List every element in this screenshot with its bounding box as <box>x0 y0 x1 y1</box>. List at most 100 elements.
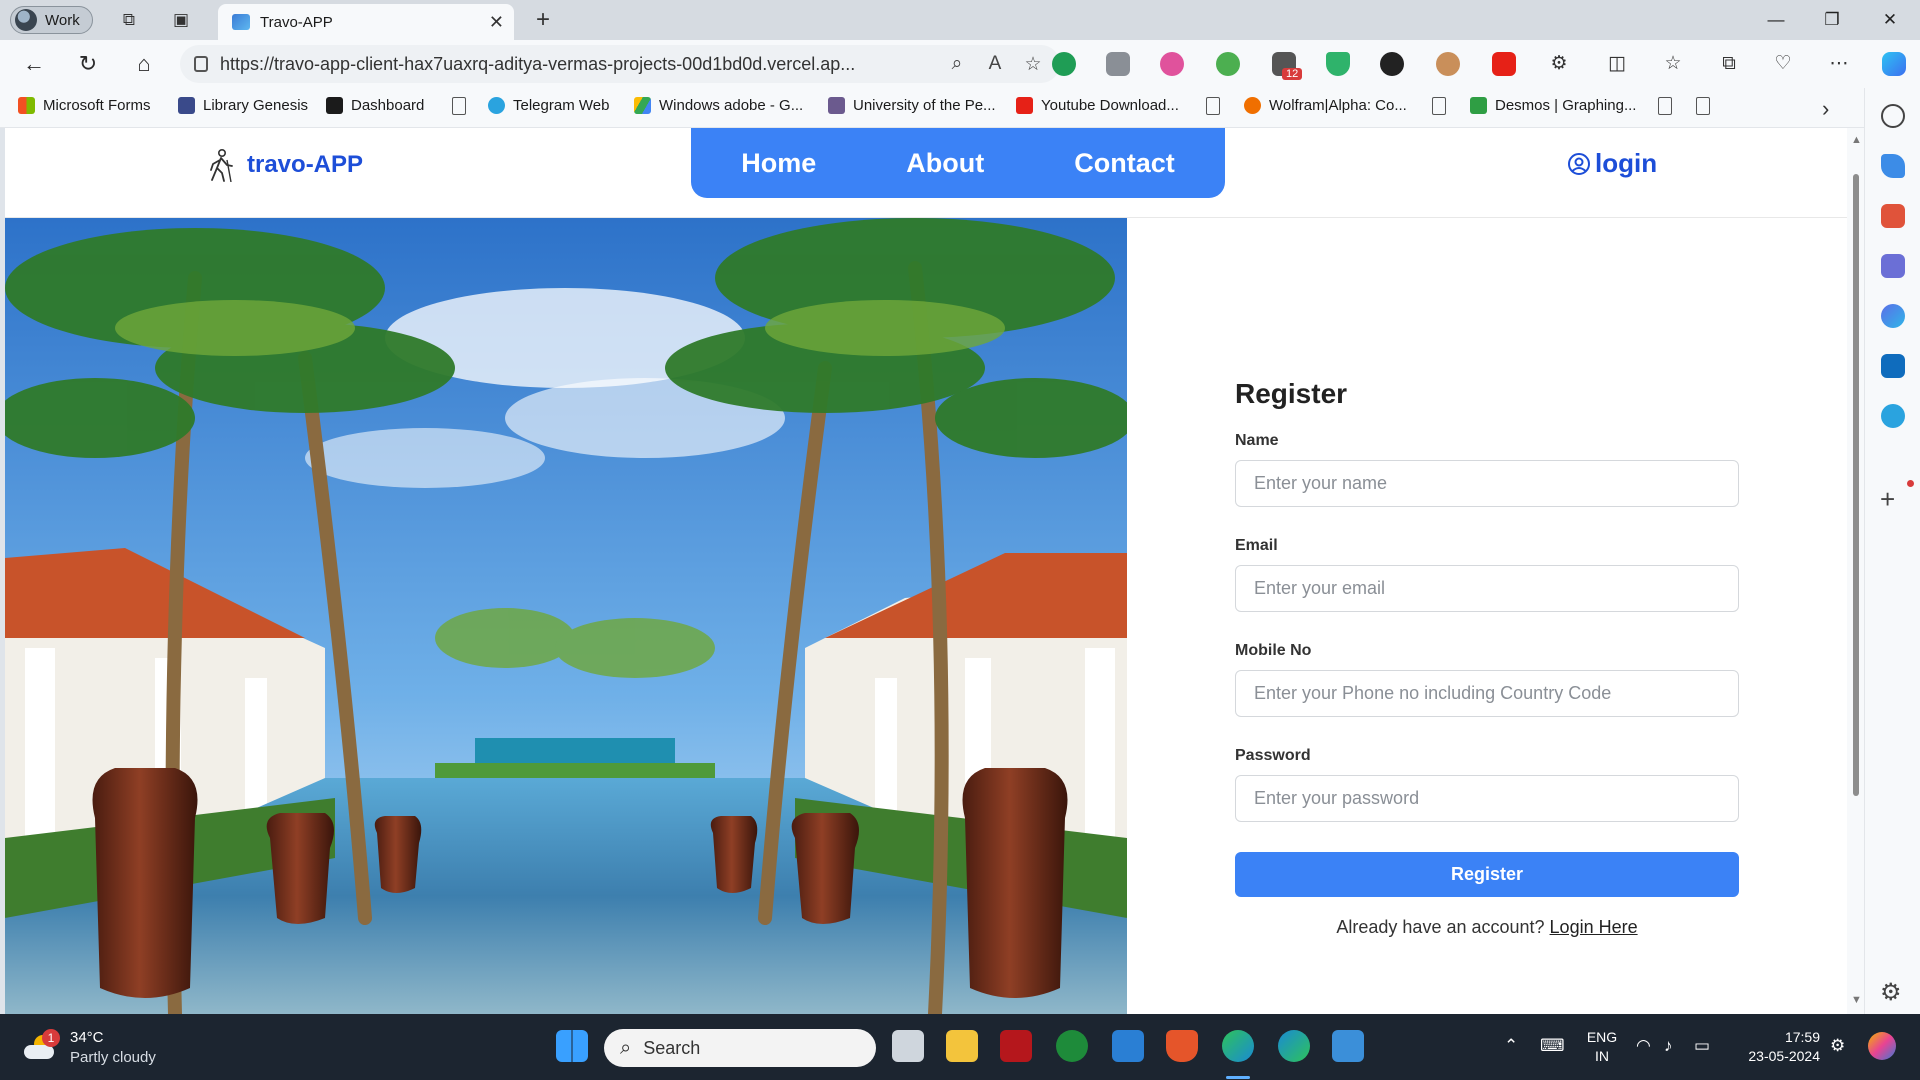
mobile-input[interactable] <box>1235 670 1739 717</box>
sidebar-search-icon[interactable] <box>1881 104 1905 128</box>
home-icon[interactable]: ⌂ <box>128 50 160 78</box>
favorite-youtube-download[interactable]: Youtube Download... <box>1016 97 1179 114</box>
refresh-icon[interactable]: ↻ <box>72 50 104 78</box>
sidebar-tools-icon[interactable] <box>1881 204 1905 228</box>
scroll-up-arrow-icon[interactable]: ▲ <box>1851 134 1862 146</box>
sidebar-copilot-icon[interactable] <box>1881 304 1905 328</box>
vertical-tabs-icon[interactable]: ▣ <box>168 8 194 32</box>
language-indicator[interactable]: ENG IN <box>1582 1028 1622 1066</box>
sidebar-outlook-icon[interactable] <box>1881 354 1905 378</box>
nav-home[interactable]: Home <box>741 148 816 179</box>
app-red-icon[interactable] <box>1000 1030 1032 1062</box>
favorite-wolfram-alpha[interactable]: Wolfram|Alpha: Co... <box>1244 97 1407 114</box>
favorites-more-chevron-icon[interactable]: › <box>1822 96 1829 122</box>
login-link[interactable]: login <box>1567 148 1657 179</box>
collections-icon[interactable]: ⧉ <box>1714 50 1744 78</box>
favorite-document[interactable] <box>1432 97 1446 115</box>
extensions-icon[interactable]: ⚙ <box>1544 50 1574 78</box>
zoom-icon[interactable]: ⌕ <box>944 53 970 75</box>
favorite-university[interactable]: University of the Pe... <box>828 97 996 114</box>
brave-icon[interactable] <box>1166 1030 1198 1062</box>
tab-travo-app[interactable]: Travo-APP ✕ <box>218 4 514 40</box>
login-label[interactable]: login <box>1595 148 1657 179</box>
tray-overflow-chevron-icon[interactable]: ⌃ <box>1504 1036 1518 1056</box>
favorite-microsoft-forms[interactable]: Microsoft Forms <box>18 97 151 114</box>
password-input[interactable] <box>1235 775 1739 822</box>
favorite-document[interactable] <box>1206 97 1220 115</box>
url-text[interactable]: https://travo-app-client-hax7uaxrq-adity… <box>220 54 932 75</box>
workspaces-icon[interactable]: ⧉ <box>116 8 142 32</box>
register-button[interactable]: Register <box>1235 852 1739 897</box>
name-input[interactable] <box>1235 460 1739 507</box>
task-view-icon[interactable] <box>892 1030 924 1062</box>
edge-icon[interactable] <box>1222 1030 1254 1062</box>
grammarly-icon[interactable] <box>1052 52 1076 76</box>
nav-about[interactable]: About <box>906 148 984 179</box>
favorites-icon[interactable]: ☆ <box>1658 50 1688 78</box>
edge-dev-icon[interactable] <box>1278 1030 1310 1062</box>
favorite-document[interactable] <box>452 97 466 115</box>
extension-copy-icon[interactable] <box>1106 52 1130 76</box>
battery-icon[interactable]: ▭ <box>1694 1036 1710 1056</box>
sidebar-games-icon[interactable] <box>1881 254 1905 278</box>
scroll-down-arrow-icon[interactable]: ▼ <box>1851 994 1862 1006</box>
notepad-icon[interactable] <box>1332 1030 1364 1062</box>
back-icon[interactable]: ← <box>18 50 50 78</box>
favorite-star-icon[interactable]: ☆ <box>1020 53 1046 76</box>
sidebar-shopping-icon[interactable] <box>1881 154 1905 178</box>
sidebar-settings-icon[interactable]: ⚙ <box>1880 978 1902 1007</box>
weather-widget[interactable]: 1 34°C Partly cloudy <box>24 1028 156 1068</box>
favorite-desmos[interactable]: Desmos | Graphing... <box>1470 97 1636 114</box>
nav-contact[interactable]: Contact <box>1074 148 1175 179</box>
file-explorer-icon[interactable] <box>946 1030 978 1062</box>
library-icon <box>178 97 195 114</box>
favorite-windows-adobe[interactable]: Windows adobe - G... <box>634 97 803 114</box>
youtube-extension-icon[interactable] <box>1492 52 1516 76</box>
google-drive-icon <box>634 97 651 114</box>
minimize-icon[interactable]: — <box>1756 6 1796 34</box>
region-label: IN <box>1595 1048 1609 1064</box>
adguard-icon[interactable] <box>1326 52 1350 76</box>
volume-icon[interactable]: ♪ <box>1664 1036 1673 1056</box>
page-scrollbar[interactable]: ▲ ▼ <box>1847 128 1864 1014</box>
extension-brain-icon[interactable] <box>1160 52 1184 76</box>
browser-essentials-icon[interactable]: ♡ <box>1768 50 1798 78</box>
taskbar-search[interactable]: ⌕ Search <box>604 1029 876 1067</box>
address-bar[interactable]: https://travo-app-client-hax7uaxrq-adity… <box>180 45 1060 83</box>
favorite-document[interactable] <box>1696 97 1710 115</box>
login-here-link[interactable]: Login Here <box>1550 917 1638 937</box>
start-icon[interactable] <box>556 1030 588 1062</box>
sidebar-telegram-icon[interactable] <box>1881 404 1905 428</box>
travo-favicon-icon <box>232 14 250 30</box>
vscode-icon[interactable] <box>1112 1030 1144 1062</box>
document-icon <box>1432 97 1446 115</box>
keyboard-icon[interactable]: ⌨ <box>1540 1036 1565 1056</box>
extension-face-icon[interactable] <box>1436 52 1460 76</box>
restore-icon[interactable]: ❐ <box>1812 6 1852 34</box>
favorite-dashboard[interactable]: Dashboard <box>326 97 424 114</box>
xbox-icon[interactable] <box>1056 1030 1088 1062</box>
copilot-taskbar-icon[interactable] <box>1868 1032 1896 1060</box>
profile-button[interactable]: Work <box>10 6 93 34</box>
scroll-thumb[interactable] <box>1853 174 1859 796</box>
copilot-icon[interactable] <box>1882 52 1906 76</box>
close-window-icon[interactable]: ✕ <box>1870 6 1910 34</box>
close-tab-icon[interactable]: ✕ <box>489 12 504 33</box>
brand-name[interactable]: travo-APP <box>247 151 363 179</box>
read-aloud-icon[interactable]: A <box>982 53 1008 75</box>
brand[interactable]: travo-APP <box>205 148 363 182</box>
email-input[interactable] <box>1235 565 1739 612</box>
new-tab-button[interactable]: + <box>528 6 558 34</box>
favorite-library-genesis[interactable]: Library Genesis <box>178 97 308 114</box>
extension-omega-icon[interactable] <box>1380 52 1404 76</box>
clock[interactable]: 17:59 23-05-2024 <box>1736 1028 1820 1066</box>
extension-plus-icon[interactable] <box>1216 52 1240 76</box>
sidebar-add-icon[interactable]: + <box>1880 484 1895 515</box>
split-screen-icon[interactable]: ◫ <box>1602 50 1632 78</box>
notifications-icon[interactable]: ⚙ <box>1830 1036 1845 1056</box>
wifi-icon[interactable]: ◠ <box>1636 1036 1651 1056</box>
favorite-document[interactable] <box>1658 97 1672 115</box>
lock-icon[interactable] <box>194 56 208 72</box>
favorite-telegram-web[interactable]: Telegram Web <box>488 97 609 114</box>
more-menu-icon[interactable]: ⋯ <box>1824 50 1854 78</box>
